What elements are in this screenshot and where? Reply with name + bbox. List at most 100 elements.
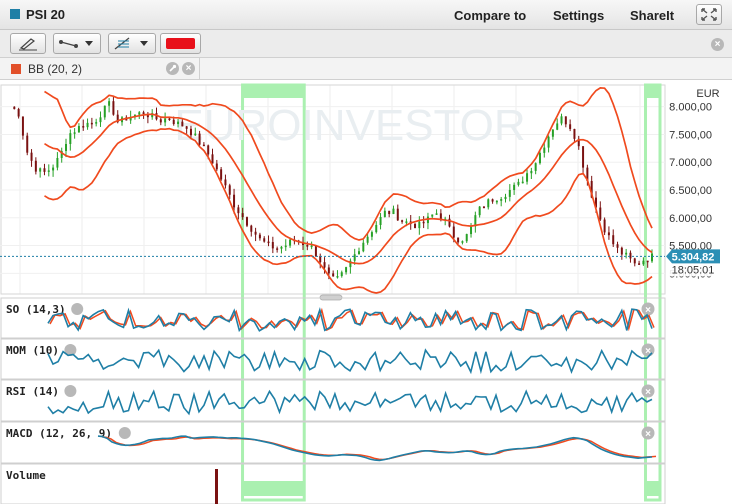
candle-body [560, 116, 563, 124]
candle-body [52, 167, 55, 171]
candle-body [556, 123, 559, 130]
candle-body [431, 214, 434, 217]
candle-body [34, 160, 37, 172]
close-icon-glyph: × [645, 305, 651, 316]
y-tick-label: 7.000,00 [669, 157, 712, 169]
candle-body [375, 224, 378, 233]
candle-body [461, 241, 464, 243]
candle-body [189, 128, 192, 136]
candle-body [82, 126, 85, 128]
line-tool-button[interactable] [53, 33, 101, 54]
chevron-down-icon [85, 41, 93, 46]
candle-body [625, 252, 628, 255]
candle-body [224, 179, 227, 186]
candle-body [314, 245, 317, 257]
wrench-icon [118, 427, 131, 439]
candle-body [228, 185, 231, 195]
candle-body [435, 213, 438, 215]
indicator-panel-label: Volume [6, 469, 46, 482]
candle-body [547, 136, 550, 148]
candle-body [267, 241, 270, 244]
candle-body [491, 199, 494, 202]
candle-body [508, 190, 511, 197]
volume-bar [215, 469, 218, 504]
candle-body [392, 208, 395, 215]
candle-body [86, 122, 89, 128]
candle-body [73, 132, 76, 134]
candle-body [383, 210, 386, 217]
candle-body [69, 133, 72, 145]
candle-body [306, 245, 309, 247]
candle-body [26, 135, 29, 153]
candle-body [521, 181, 524, 184]
wrench-icon [71, 303, 84, 315]
candle-body [30, 152, 33, 161]
candle-body [258, 234, 261, 239]
toolbar-close-icon[interactable]: × [711, 38, 724, 51]
candle-body [362, 242, 365, 252]
indicator-panel-label: RSI (14) [6, 385, 59, 398]
candle-body [452, 226, 455, 238]
indicator-tab-bb[interactable]: BB (20, 2) × [0, 58, 200, 79]
candle-body [543, 147, 546, 153]
candle-body [551, 129, 554, 137]
settings-menu[interactable]: Settings [553, 8, 604, 23]
drawing-toolbar: × [0, 30, 732, 58]
candle-body [500, 199, 503, 201]
candle-body [620, 247, 623, 255]
candle-body [599, 207, 602, 220]
expand-icon [701, 8, 717, 21]
candle-body [603, 219, 606, 233]
fibonacci-tool-button[interactable] [108, 33, 156, 54]
highlight-range-bottom [242, 481, 305, 496]
candle-body [646, 260, 649, 263]
close-icon-glyph: × [645, 429, 651, 440]
candle-body [607, 232, 610, 236]
candle-body [538, 152, 541, 164]
shareit-menu[interactable]: ShareIt [630, 8, 674, 23]
candle-body [198, 133, 201, 145]
candle-body [284, 245, 287, 248]
candle-body [582, 146, 585, 168]
candle-body [513, 184, 516, 191]
trendline-icon [59, 40, 93, 48]
candle-body [43, 168, 46, 172]
candle-body [263, 238, 266, 242]
candle-body [332, 273, 335, 277]
candle-body [250, 225, 253, 232]
candle-body [13, 106, 16, 110]
candle-body [327, 267, 330, 274]
fullscreen-button[interactable] [696, 4, 722, 25]
chart-title: PSI 20 [26, 7, 66, 22]
color-picker-button[interactable] [160, 33, 201, 54]
candle-body [323, 262, 326, 268]
compare-to-menu[interactable]: Compare to [454, 8, 526, 23]
candle-body [211, 154, 214, 164]
highlight-range-top [242, 85, 305, 98]
candle-body [185, 126, 188, 129]
chart-title-marker [10, 9, 20, 19]
pen-tool-button[interactable] [10, 33, 46, 54]
candle-body [345, 267, 348, 273]
candle-body [99, 117, 102, 123]
candle-body [370, 232, 373, 237]
wrench-icon[interactable] [166, 62, 179, 75]
indicator-color-marker [11, 64, 21, 74]
candle-body [388, 210, 391, 215]
y-tick-label: 7.500,00 [669, 129, 712, 141]
candle-body [220, 169, 223, 180]
candle-body [629, 252, 632, 259]
candle-body [241, 213, 244, 218]
highlight-range-bottom [645, 481, 660, 496]
candle-body [414, 223, 417, 229]
candle-body [651, 253, 653, 262]
candle-body [194, 133, 197, 136]
watermark: EUROINVESTOR [174, 101, 525, 150]
candle-body [470, 226, 473, 235]
highlight-range-top [645, 85, 660, 98]
indicator-close-icon[interactable]: × [182, 62, 195, 75]
candle-body [638, 263, 641, 265]
candle-body [396, 208, 399, 221]
price-chart[interactable]: EUROINVESTOR EUR 8.000,00 7.500,00 7.000,0… [0, 80, 732, 504]
candle-body [422, 221, 425, 224]
